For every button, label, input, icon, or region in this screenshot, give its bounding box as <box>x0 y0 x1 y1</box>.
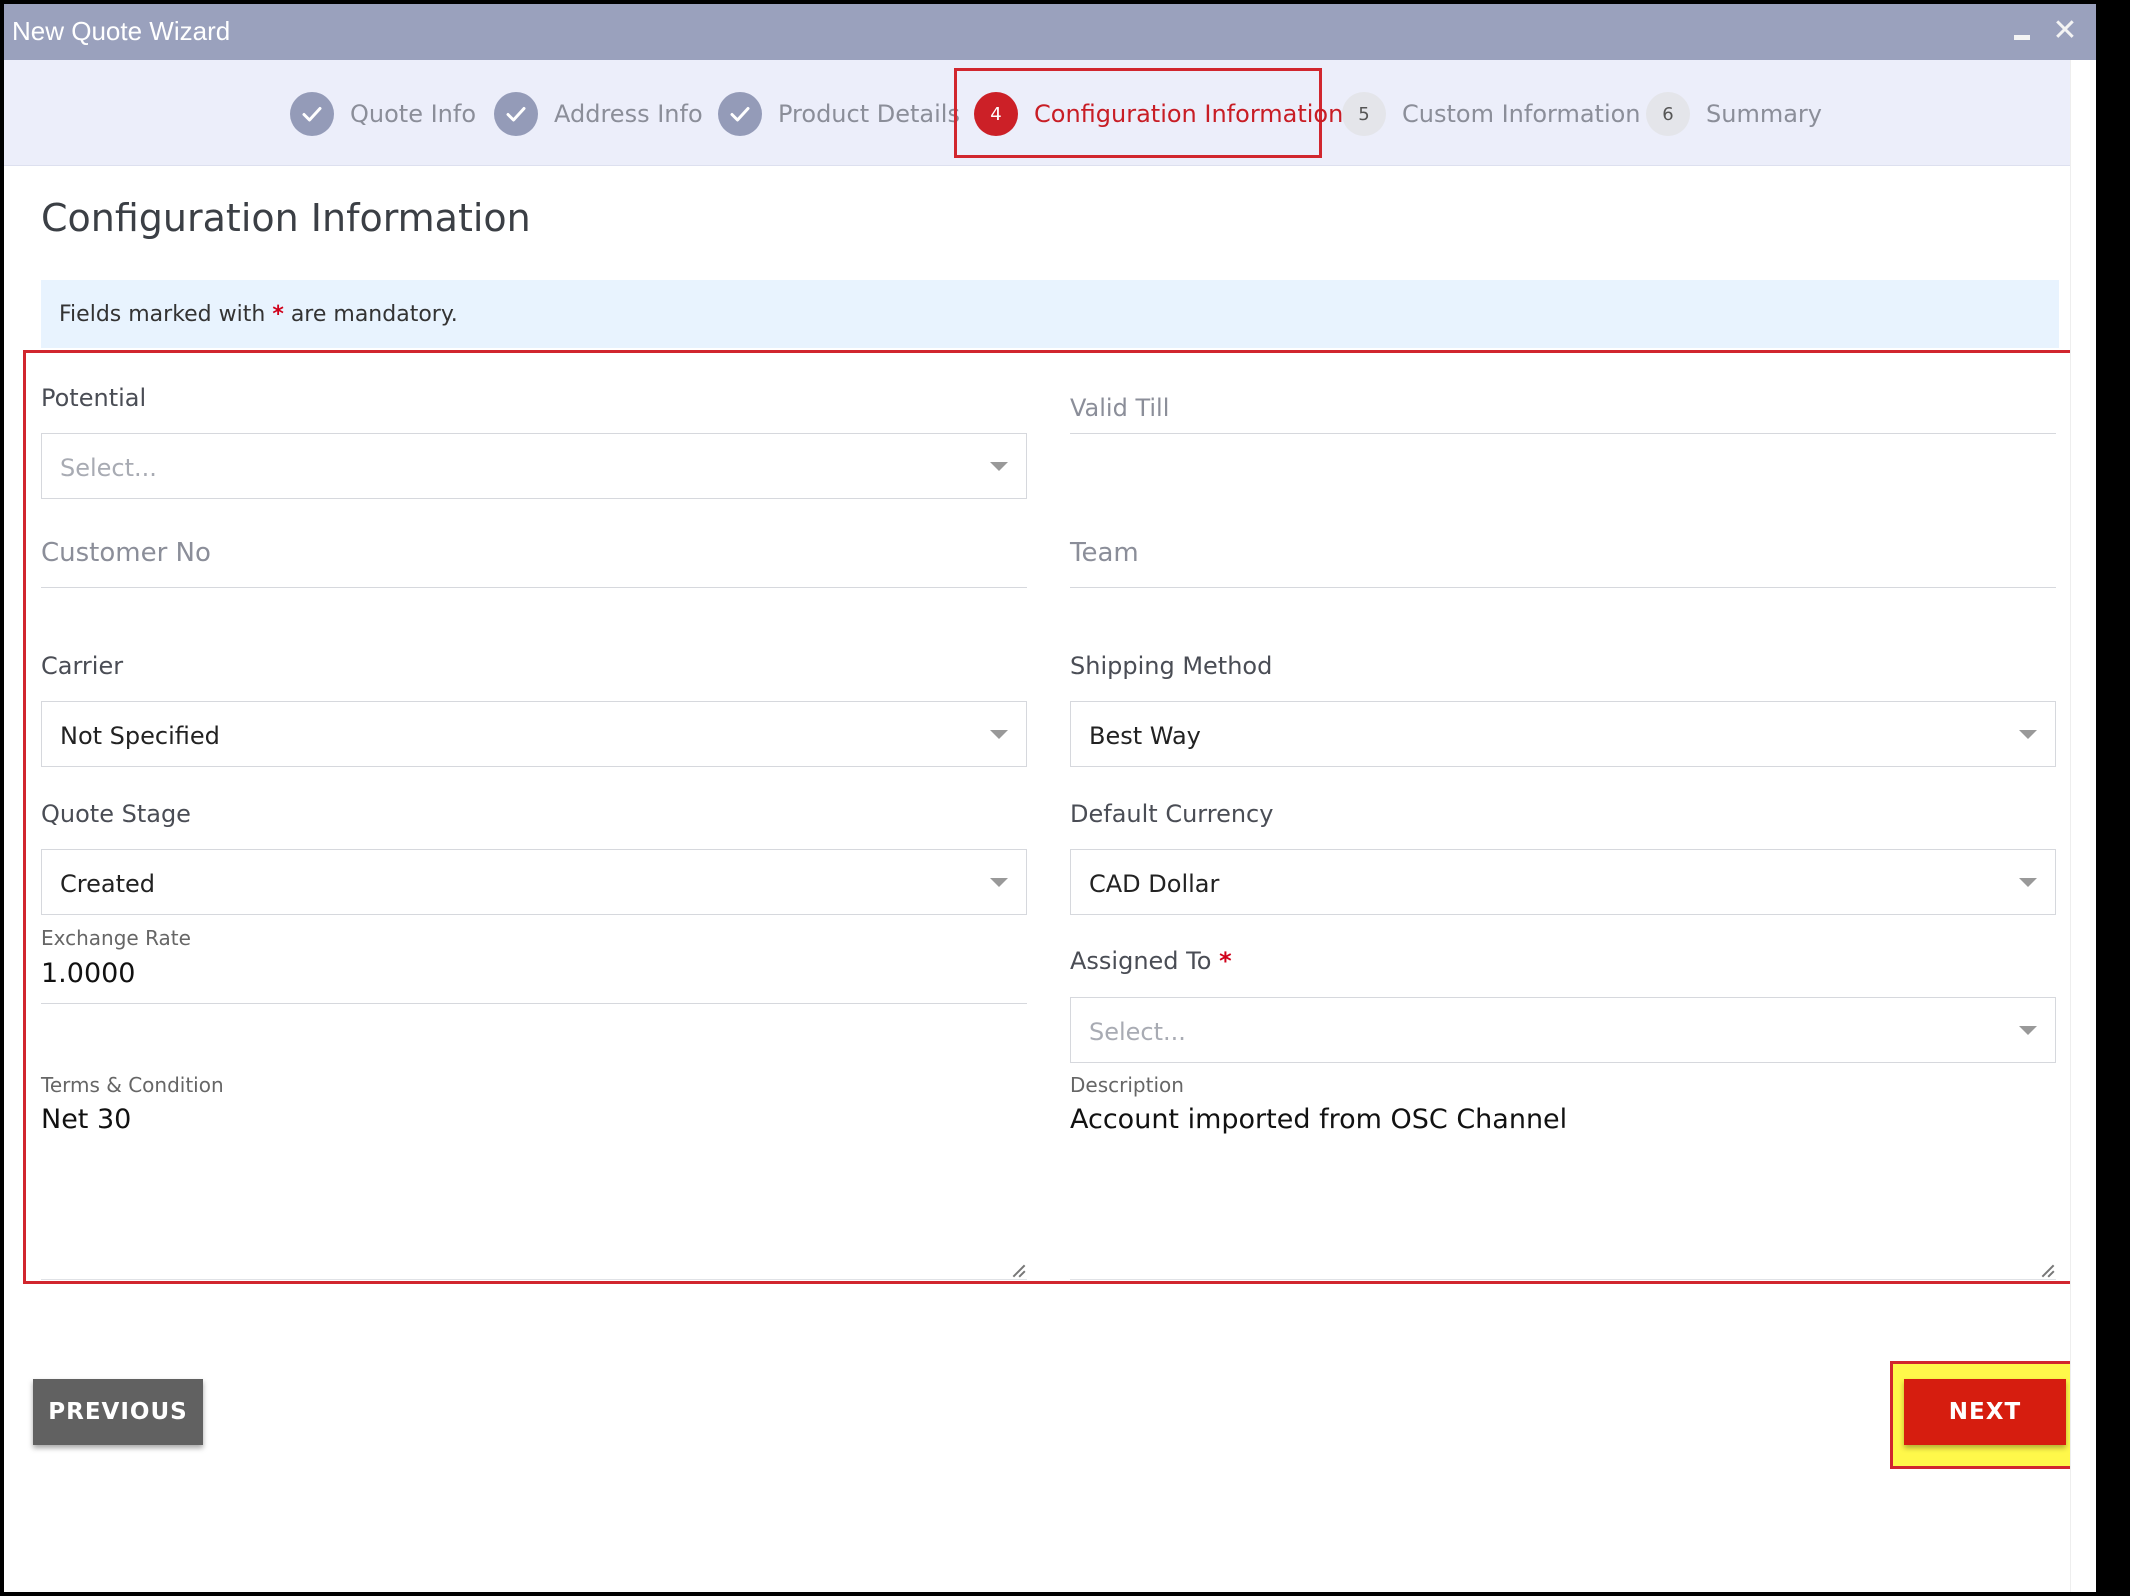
potential-placeholder: Select... <box>60 454 157 482</box>
potential-label: Potential <box>41 384 147 412</box>
step-custom-information[interactable]: 5 Custom Information <box>1342 92 1641 136</box>
required-star: * <box>1219 947 1232 975</box>
carrier-value: Not Specified <box>60 722 220 750</box>
team-field[interactable]: Team <box>1070 538 2056 588</box>
previous-button[interactable]: PREVIOUS <box>33 1379 203 1445</box>
description-value: Account imported from OSC Channel <box>1070 1104 1568 1135</box>
assigned-to-placeholder: Select... <box>1089 1018 1186 1046</box>
default-currency-value: CAD Dollar <box>1089 870 1220 898</box>
customer-no-label: Customer No <box>41 538 211 568</box>
chevron-down-icon <box>2019 1026 2037 1035</box>
quote-wizard-window: New Quote Wizard ✕ Quote Info Address In… <box>4 4 2096 1592</box>
customer-no-field[interactable]: Customer No <box>41 538 1027 588</box>
chevron-down-icon <box>990 730 1008 739</box>
next-button[interactable]: NEXT <box>1904 1379 2066 1445</box>
quote-stage-label: Quote Stage <box>41 800 191 828</box>
chevron-down-icon <box>990 462 1008 471</box>
valid-till-label: Valid Till <box>1070 394 1170 422</box>
quote-stage-value: Created <box>60 870 155 898</box>
window-titlebar: New Quote Wizard ✕ <box>4 4 2096 60</box>
step-number-badge: 6 <box>1646 92 1690 136</box>
resize-handle-icon[interactable] <box>1011 1263 1025 1277</box>
exchange-rate-field[interactable]: 1.0000 <box>41 954 1027 1004</box>
check-icon <box>718 92 762 136</box>
chevron-down-icon <box>2019 730 2037 739</box>
check-icon <box>290 92 334 136</box>
step-label: Configuration Information <box>1034 100 1344 128</box>
minimize-icon[interactable] <box>2010 18 2034 42</box>
shipping-method-select[interactable]: Best Way <box>1070 701 2056 767</box>
shipping-method-label: Shipping Method <box>1070 652 1273 680</box>
exchange-rate-label: Exchange Rate <box>41 926 191 950</box>
resize-handle-icon[interactable] <box>2040 1263 2054 1277</box>
quote-stage-select[interactable]: Created <box>41 849 1027 915</box>
step-label: Address Info <box>554 100 703 128</box>
default-currency-label: Default Currency <box>1070 800 1274 828</box>
required-star: * <box>272 302 284 327</box>
default-currency-select[interactable]: CAD Dollar <box>1070 849 2056 915</box>
description-textarea[interactable]: Account imported from OSC Channel <box>1070 1100 2056 1280</box>
chevron-down-icon <box>2019 878 2037 887</box>
chevron-down-icon <box>990 878 1008 887</box>
banner-text: are mandatory. <box>283 302 458 327</box>
step-number-badge: 5 <box>1342 92 1386 136</box>
terms-label: Terms & Condition <box>41 1073 224 1097</box>
wizard-steps: Quote Info Address Info Product Details … <box>4 60 2096 166</box>
step-label: Quote Info <box>350 100 477 128</box>
step-address-info[interactable]: Address Info <box>494 92 703 136</box>
valid-till-field[interactable]: Valid Till <box>1070 394 2056 434</box>
carrier-select[interactable]: Not Specified <box>41 701 1027 767</box>
step-label: Product Details <box>778 100 960 128</box>
carrier-label: Carrier <box>41 652 124 680</box>
assigned-to-label-text: Assigned To <box>1070 947 1220 975</box>
close-icon[interactable]: ✕ <box>2052 16 2078 46</box>
mandatory-fields-banner: Fields marked with * are mandatory. <box>41 280 2059 348</box>
window-title: New Quote Wizard <box>12 16 231 46</box>
check-icon <box>494 92 538 136</box>
step-label: Custom Information <box>1402 100 1641 128</box>
step-configuration-information[interactable]: 4 Configuration Information <box>974 92 1343 136</box>
shipping-method-value: Best Way <box>1089 722 1201 750</box>
assigned-to-label: Assigned To * <box>1070 947 1232 975</box>
step-label: Summary <box>1706 100 1822 128</box>
page-title: Configuration Information <box>41 196 531 240</box>
banner-text: Fields marked with <box>59 302 273 327</box>
step-number-badge: 4 <box>974 92 1018 136</box>
step-product-details[interactable]: Product Details <box>718 92 960 136</box>
terms-textarea[interactable]: Net 30 <box>41 1100 1027 1280</box>
step-quote-info[interactable]: Quote Info <box>290 92 476 136</box>
scrollbar[interactable] <box>2070 60 2096 1592</box>
team-label: Team <box>1070 538 1139 568</box>
terms-value: Net 30 <box>41 1104 132 1135</box>
description-label: Description <box>1070 1073 1184 1097</box>
exchange-rate-value: 1.0000 <box>41 958 136 989</box>
step-summary[interactable]: 6 Summary <box>1646 92 1822 136</box>
assigned-to-select[interactable]: Select... <box>1070 997 2056 1063</box>
potential-select[interactable]: Select... <box>41 433 1027 499</box>
